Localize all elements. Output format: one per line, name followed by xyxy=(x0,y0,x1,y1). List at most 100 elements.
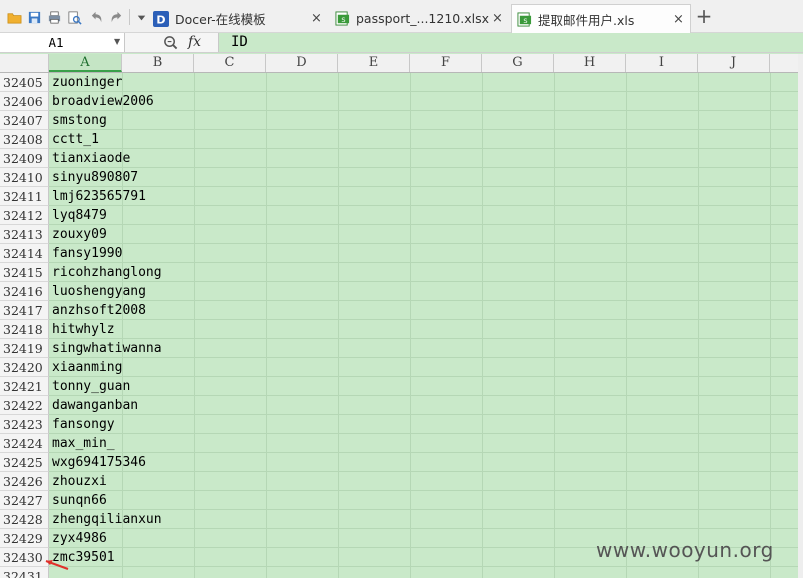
column-header-c[interactable]: C xyxy=(194,54,266,72)
row-header[interactable]: 32406 xyxy=(0,92,49,111)
open-folder-icon[interactable] xyxy=(6,9,22,25)
cell-a[interactable]: fansy1990 xyxy=(49,244,122,263)
cell-a[interactable]: hitwhylz xyxy=(49,320,115,339)
cell-a[interactable]: tianxiaode xyxy=(49,149,130,168)
row-header[interactable]: 32412 xyxy=(0,206,49,225)
row-header[interactable]: 32407 xyxy=(0,111,49,130)
cell-a[interactable]: lmj623565791 xyxy=(49,187,146,206)
row-header[interactable]: 32417 xyxy=(0,301,49,320)
cell-a[interactable]: sunqn66 xyxy=(49,491,107,510)
annotation-arrow-icon xyxy=(45,560,69,570)
column-header-g[interactable]: G xyxy=(482,54,554,72)
cell-a[interactable]: zhouzxi xyxy=(49,472,107,491)
cell-a[interactable]: ricohzhanglong xyxy=(49,263,162,282)
column-header-b[interactable]: B xyxy=(122,54,194,72)
column-header-a[interactable]: A xyxy=(49,54,122,72)
cell-a[interactable]: lyq8479 xyxy=(49,206,107,225)
table-row: 32411 lmj623565791 xyxy=(0,187,803,206)
cell-a[interactable]: singwhatiwanna xyxy=(49,339,162,358)
table-row: 32408 cctt_1 xyxy=(0,130,803,149)
cell-a[interactable]: cctt_1 xyxy=(49,130,99,149)
row-header[interactable]: 32405 xyxy=(0,73,49,92)
column-header-e[interactable]: E xyxy=(338,54,410,72)
table-row: 32423 fansongy xyxy=(0,415,803,434)
column-header-f[interactable]: F xyxy=(410,54,482,72)
cell-a[interactable]: zhengqilianxun xyxy=(49,510,162,529)
row-header[interactable]: 32429 xyxy=(0,529,49,548)
column-headers: A B C D E F G H I J xyxy=(0,54,803,73)
tab-docer[interactable]: D Docer-在线模板 × xyxy=(153,4,331,33)
tab-close-icon[interactable]: × xyxy=(492,11,503,26)
row-header[interactable]: 32411 xyxy=(0,187,49,206)
tab-extract-mail-users[interactable]: S 提取邮件用户.xls × xyxy=(511,4,691,33)
formula-input[interactable]: ID xyxy=(218,33,803,52)
cell-a[interactable]: zyx4986 xyxy=(49,529,107,548)
new-tab-button[interactable]: + xyxy=(695,6,713,26)
cell-a[interactable]: xiaanming xyxy=(49,358,122,377)
table-row: 32425 wxg694175346 xyxy=(0,453,803,472)
chevron-down-icon[interactable]: ▼ xyxy=(114,37,120,46)
column-header-i[interactable]: I xyxy=(626,54,698,72)
column-header-j[interactable]: J xyxy=(698,54,770,72)
redo-icon[interactable] xyxy=(108,9,124,25)
name-box[interactable]: A1 ▼ xyxy=(0,33,125,52)
table-row: 32428 zhengqilianxun xyxy=(0,510,803,529)
fx-icon[interactable]: fx xyxy=(188,34,201,50)
row-header[interactable]: 32421 xyxy=(0,377,49,396)
row-header[interactable]: 32422 xyxy=(0,396,49,415)
table-row: 32420 xiaanming xyxy=(0,358,803,377)
row-header[interactable]: 32427 xyxy=(0,491,49,510)
cell-a[interactable]: wxg694175346 xyxy=(49,453,146,472)
column-header-d[interactable]: D xyxy=(266,54,338,72)
row-header[interactable]: 32409 xyxy=(0,149,49,168)
zoom-search-icon[interactable] xyxy=(163,35,179,51)
table-row: 32418 hitwhylz xyxy=(0,320,803,339)
undo-icon[interactable] xyxy=(88,9,104,25)
table-row: 32406 broadview2006 xyxy=(0,92,803,111)
cell-reference: A1 xyxy=(48,35,64,50)
formula-value: ID xyxy=(231,34,248,50)
cell-a[interactable]: zouxy09 xyxy=(49,225,107,244)
column-header-h[interactable]: H xyxy=(554,54,626,72)
save-icon[interactable] xyxy=(26,9,42,25)
print-icon[interactable] xyxy=(46,9,62,25)
cell-a[interactable]: zuoninger xyxy=(49,73,122,92)
print-preview-icon[interactable] xyxy=(66,9,82,25)
table-row: 32415 ricohzhanglong xyxy=(0,263,803,282)
cell-a[interactable]: max_min_ xyxy=(49,434,115,453)
row-header[interactable]: 32413 xyxy=(0,225,49,244)
row-header[interactable]: 32424 xyxy=(0,434,49,453)
cell-a[interactable]: dawanganban xyxy=(49,396,138,415)
row-header[interactable]: 32410 xyxy=(0,168,49,187)
row-header[interactable]: 32425 xyxy=(0,453,49,472)
row-header[interactable]: 32426 xyxy=(0,472,49,491)
tab-close-icon[interactable]: × xyxy=(311,11,322,26)
row-header[interactable]: 32431 xyxy=(0,567,49,578)
row-header[interactable]: 32415 xyxy=(0,263,49,282)
row-header[interactable]: 32408 xyxy=(0,130,49,149)
tab-close-icon[interactable]: × xyxy=(673,12,684,27)
tab-passport[interactable]: S passport_...1210.xlsx × xyxy=(334,4,512,33)
row-header[interactable]: 32423 xyxy=(0,415,49,434)
row-header[interactable]: 32416 xyxy=(0,282,49,301)
cell-a[interactable]: luoshengyang xyxy=(49,282,146,301)
cell-a[interactable]: fansongy xyxy=(49,415,115,434)
watermark: www.wooyun.org xyxy=(596,538,774,562)
customize-dropdown-icon[interactable] xyxy=(133,9,149,25)
cell-a[interactable]: sinyu890807 xyxy=(49,168,138,187)
select-all-corner[interactable] xyxy=(0,54,49,72)
spreadsheet-window: D Docer-在线模板 × S passport_...1210.xlsx ×… xyxy=(0,0,803,578)
cell-a[interactable]: broadview2006 xyxy=(49,92,154,111)
vertical-scrollbar[interactable] xyxy=(798,54,803,578)
row-header[interactable]: 32420 xyxy=(0,358,49,377)
cell-a[interactable]: anzhsoft2008 xyxy=(49,301,146,320)
row-header[interactable]: 32419 xyxy=(0,339,49,358)
cell-a[interactable]: smstong xyxy=(49,111,107,130)
row-header[interactable]: 32430 xyxy=(0,548,49,567)
row-header[interactable]: 32418 xyxy=(0,320,49,339)
formula-bar: A1 ▼ fx ID xyxy=(0,33,803,53)
row-header[interactable]: 32414 xyxy=(0,244,49,263)
cell-a[interactable]: tonny_guan xyxy=(49,377,130,396)
row-header[interactable]: 32428 xyxy=(0,510,49,529)
cell-grid[interactable]: 32405 zuoninger 32406 broadview2006 32407 sms… xyxy=(0,73,803,578)
